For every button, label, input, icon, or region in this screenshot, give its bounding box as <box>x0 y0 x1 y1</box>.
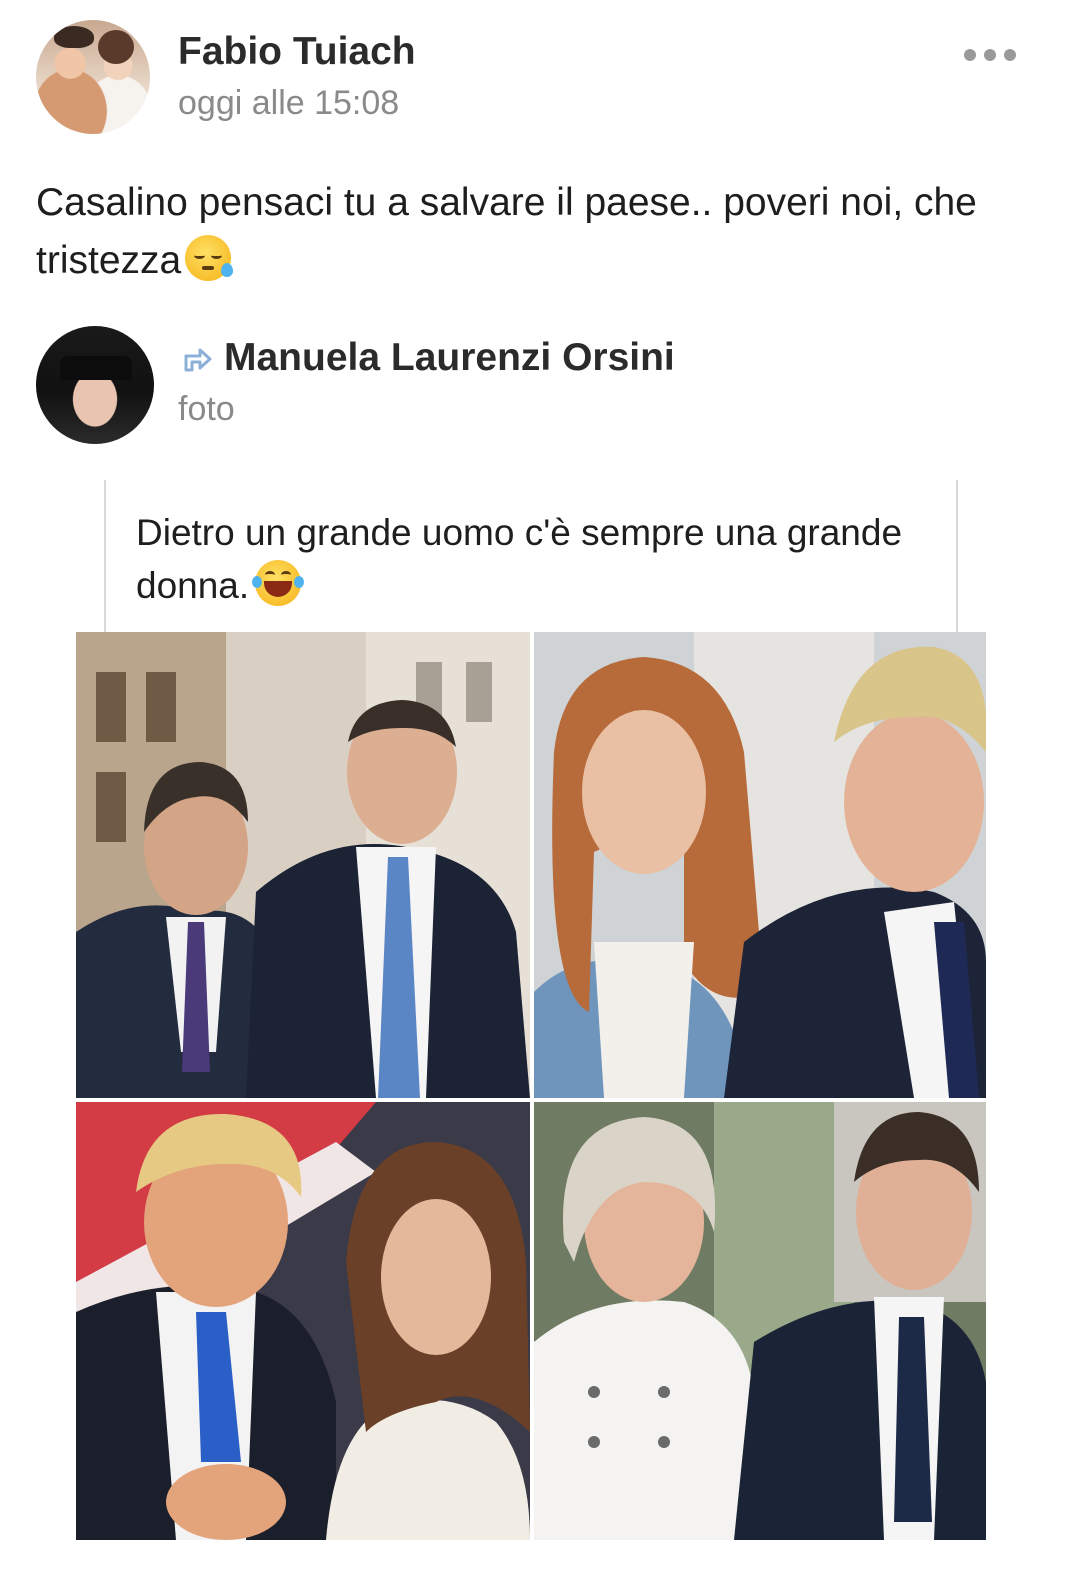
collage-photo-bottom-right[interactable] <box>534 1102 986 1540</box>
post-text-content: Casalino pensaci tu a salvare il paese..… <box>36 181 977 282</box>
face-with-tears-of-joy-emoji <box>252 560 305 606</box>
sleepy-face-emoji <box>185 235 234 281</box>
shared-author-name[interactable]: Manuela Laurenzi Orsini <box>224 336 675 380</box>
post-text: Casalino pensaci tu a salvare il paese..… <box>36 174 1036 290</box>
post-timestamp: oggi alle 15:08 <box>178 84 400 122</box>
share-arrow-icon <box>184 348 212 372</box>
shared-caption-text: Dietro un grande uomo c'è sempre una gra… <box>136 512 903 606</box>
author-avatar[interactable] <box>36 20 150 134</box>
quote-border-right <box>956 480 958 632</box>
collage-photo-top-left[interactable] <box>76 632 530 1098</box>
shared-post-type: foto <box>178 390 235 428</box>
collage-photo-top-right[interactable] <box>534 632 986 1098</box>
shared-caption: Dietro un grande uomo c'è sempre una gra… <box>136 506 926 612</box>
quote-border-left <box>104 480 106 632</box>
shared-author-avatar[interactable] <box>36 326 154 444</box>
author-name[interactable]: Fabio Tuiach <box>178 30 416 74</box>
photo-collage[interactable] <box>76 632 986 1540</box>
more-options-icon[interactable] <box>964 44 1016 66</box>
collage-photo-bottom-left[interactable] <box>76 1102 530 1540</box>
